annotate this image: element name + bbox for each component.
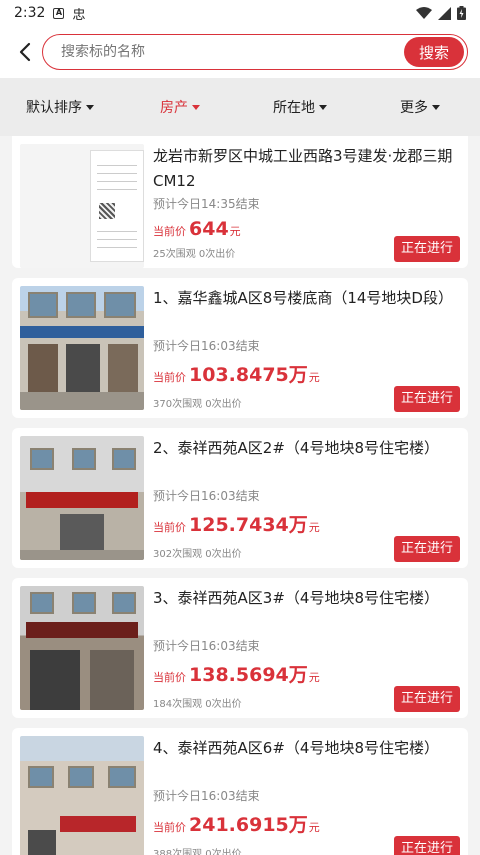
item-price: 当前价 241.6915万 元 bbox=[153, 810, 460, 837]
price-label: 当前价 bbox=[153, 371, 186, 384]
item-stats: 388次围观 0次出价 bbox=[153, 849, 242, 855]
status-button[interactable]: 正在进行 bbox=[393, 386, 460, 412]
item-title: 3、泰祥西苑A区3#（4号地块8号住宅楼） bbox=[153, 589, 440, 607]
status-button[interactable]: 正在进行 bbox=[393, 686, 460, 712]
search-button[interactable]: 搜索 bbox=[404, 37, 464, 67]
filter-sort[interactable]: 默认排序 bbox=[0, 97, 120, 117]
price-value: 138.5694万 bbox=[189, 664, 308, 686]
status-button[interactable]: 正在进行 bbox=[393, 836, 460, 855]
item-stats: 25次围观 0次出价 bbox=[153, 249, 236, 260]
price-label: 当前价 bbox=[153, 225, 186, 238]
price-value: 644 bbox=[189, 218, 229, 240]
status-button[interactable]: 正在进行 bbox=[393, 236, 460, 262]
back-arrow-icon bbox=[19, 42, 31, 62]
item-title: 1、嘉华鑫城A区8号楼底商（14号地块D段） bbox=[153, 289, 453, 307]
item-end-time: 预计今日16:03结束 bbox=[153, 489, 260, 503]
list-item[interactable]: 1、嘉华鑫城A区8号楼底商（14号地块D段） 预计今日16:03结束 当前价 1… bbox=[12, 278, 468, 418]
signal-icon bbox=[438, 6, 451, 20]
price-unit: 元 bbox=[229, 225, 241, 238]
search-input[interactable] bbox=[61, 44, 404, 60]
item-title: 龙岩市新罗区中城工业西路3号建发·龙郡三期CM12 bbox=[153, 147, 453, 190]
price-value: 103.8475万 bbox=[189, 364, 308, 386]
caret-down-icon bbox=[86, 104, 94, 110]
item-title: 4、泰祥西苑A区6#（4号地块8号住宅楼） bbox=[153, 739, 440, 757]
item-thumbnail bbox=[20, 736, 144, 855]
filter-category-label: 房产 bbox=[160, 100, 188, 116]
wifi-icon bbox=[416, 6, 432, 19]
price-label: 当前价 bbox=[153, 671, 186, 684]
list-item[interactable]: 4、泰祥西苑A区6#（4号地块8号住宅楼） 预计今日16:03结束 当前价 24… bbox=[12, 728, 468, 855]
auction-list: 龙岩市新罗区中城工业西路3号建发·龙郡三期CM12 预计今日14:35结束 当前… bbox=[0, 136, 480, 855]
price-value: 241.6915万 bbox=[189, 814, 308, 836]
filter-category[interactable]: 房产 bbox=[120, 97, 240, 117]
filter-location-label: 所在地 bbox=[273, 100, 315, 116]
price-unit: 元 bbox=[308, 521, 320, 534]
item-end-time: 预计今日16:03结束 bbox=[153, 639, 260, 653]
item-stats: 370次围观 0次出价 bbox=[153, 399, 242, 410]
price-unit: 元 bbox=[308, 671, 320, 684]
filter-location[interactable]: 所在地 bbox=[240, 97, 360, 117]
list-item[interactable]: 3、泰祥西苑A区3#（4号地块8号住宅楼） 预计今日16:03结束 当前价 13… bbox=[12, 578, 468, 718]
filter-sort-label: 默认排序 bbox=[26, 100, 82, 116]
item-thumbnail bbox=[20, 586, 144, 710]
filter-more[interactable]: 更多 bbox=[360, 97, 480, 117]
item-price: 当前价 125.7434万 元 bbox=[153, 510, 460, 537]
price-unit: 元 bbox=[308, 371, 320, 384]
item-price: 当前价 103.8475万 元 bbox=[153, 360, 460, 387]
caret-down-icon bbox=[319, 104, 327, 110]
price-label: 当前价 bbox=[153, 521, 186, 534]
status-time: 2:32 bbox=[14, 5, 46, 21]
item-thumbnail bbox=[20, 286, 144, 410]
search-box: 搜索 bbox=[42, 34, 468, 70]
item-price: 当前价 138.5694万 元 bbox=[153, 660, 460, 687]
status-button[interactable]: 正在进行 bbox=[393, 536, 460, 562]
price-value: 125.7434万 bbox=[189, 514, 308, 536]
filter-more-label: 更多 bbox=[400, 100, 428, 116]
list-item[interactable]: 2、泰祥西苑A区2#（4号地块8号住宅楼） 预计今日16:03结束 当前价 12… bbox=[12, 428, 468, 568]
item-end-time: 预计今日14:35结束 bbox=[153, 197, 260, 211]
item-stats: 184次围观 0次出价 bbox=[153, 699, 242, 710]
status-bar: 2:32 A 忠 bbox=[0, 0, 480, 26]
battery-icon bbox=[457, 6, 466, 20]
item-end-time: 预计今日16:03结束 bbox=[153, 789, 260, 803]
filter-bar: 默认排序 房产 所在地 更多 bbox=[0, 78, 480, 136]
notification-a-icon: A bbox=[53, 7, 65, 19]
item-stats: 302次围观 0次出价 bbox=[153, 549, 242, 560]
caret-down-icon bbox=[432, 104, 440, 110]
price-unit: 元 bbox=[308, 821, 320, 834]
item-thumbnail bbox=[20, 436, 144, 560]
back-button[interactable] bbox=[12, 37, 38, 67]
item-title: 2、泰祥西苑A区2#（4号地块8号住宅楼） bbox=[153, 439, 440, 457]
item-end-time: 预计今日16:03结束 bbox=[153, 339, 260, 353]
price-label: 当前价 bbox=[153, 821, 186, 834]
notification-app-icon: 忠 bbox=[72, 7, 86, 23]
search-header: 搜索 bbox=[0, 26, 480, 78]
list-item[interactable]: 龙岩市新罗区中城工业西路3号建发·龙郡三期CM12 预计今日14:35结束 当前… bbox=[12, 136, 468, 268]
item-thumbnail bbox=[20, 144, 144, 268]
caret-down-icon bbox=[192, 104, 200, 110]
